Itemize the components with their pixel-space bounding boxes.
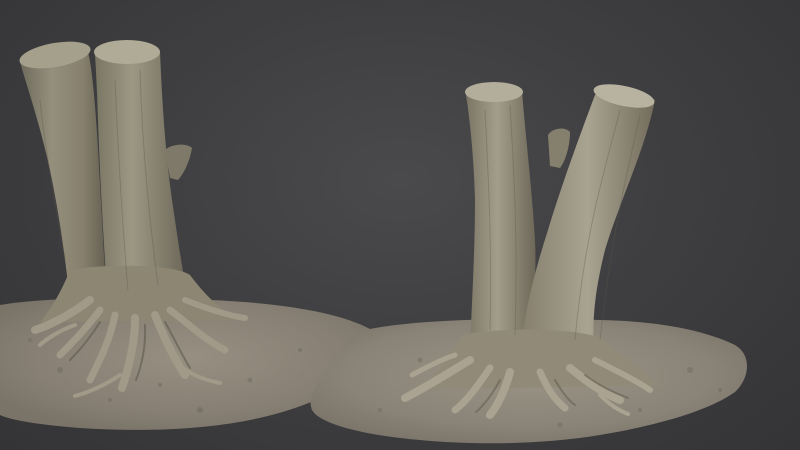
scene-render bbox=[0, 40, 748, 444]
right-trunk-right bbox=[520, 90, 655, 352]
left-trunk-back bbox=[20, 48, 110, 305]
right-trunk-left bbox=[466, 87, 536, 348]
3d-viewport[interactable] bbox=[0, 0, 800, 450]
